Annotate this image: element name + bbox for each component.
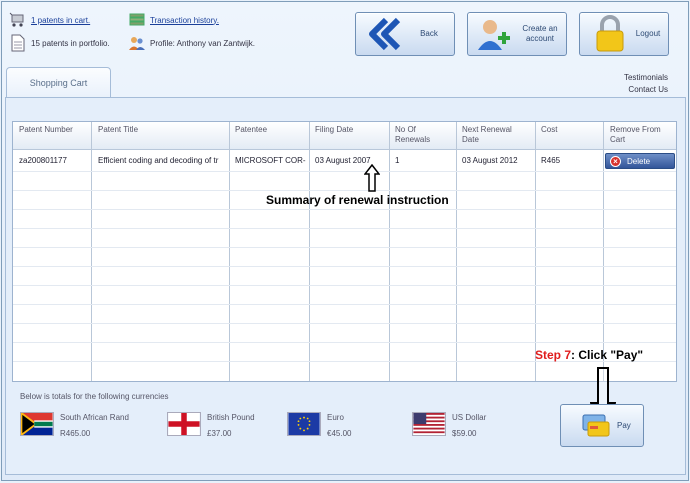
col-patentee: Patentee bbox=[235, 125, 268, 134]
col-renewals-line1: No Of bbox=[395, 125, 416, 134]
usa-flag-icon bbox=[412, 412, 446, 436]
col-remove: Remove From Cart bbox=[610, 125, 661, 145]
create-account-label: Create an account bbox=[514, 24, 566, 44]
create-account-line1: Create an bbox=[522, 24, 558, 33]
currency-zar: South African Rand R465.00 bbox=[20, 410, 129, 442]
currency-gbp: British Pound £37.00 bbox=[167, 410, 255, 442]
col-filing-date: Filing Date bbox=[315, 125, 354, 134]
col-patent-number: Patent Number bbox=[19, 125, 73, 134]
currency-amount: €45.00 bbox=[327, 429, 352, 438]
cart-link[interactable]: 1 patents in cart. bbox=[31, 16, 90, 25]
logout-button[interactable]: Logout bbox=[579, 12, 669, 56]
pay-button[interactable]: Pay bbox=[560, 404, 644, 447]
logout-label: Logout bbox=[635, 29, 661, 38]
table-header: Patent Number Patent Title Patentee Fili… bbox=[13, 122, 676, 150]
close-icon: × bbox=[610, 155, 621, 167]
delete-label: Delete bbox=[627, 156, 651, 166]
step-label: Step 7 bbox=[535, 348, 572, 362]
document-icon bbox=[11, 34, 25, 52]
currency-name: US Dollar bbox=[452, 413, 487, 422]
currency-amount: $59.00 bbox=[452, 429, 477, 438]
create-account-line2: account bbox=[525, 34, 555, 43]
tab-shopping-cart[interactable]: Shopping Cart bbox=[6, 67, 111, 98]
pay-label: Pay bbox=[617, 421, 631, 430]
cell-patentee: MICROSOFT COR- bbox=[235, 156, 306, 165]
col-next-renewal-line1: Next Renewal bbox=[462, 125, 512, 134]
currency-name: Euro bbox=[327, 413, 344, 422]
credit-card-icon bbox=[582, 414, 610, 436]
add-user-icon bbox=[478, 20, 510, 50]
delete-button[interactable]: × Delete bbox=[605, 153, 675, 169]
col-remove-line1: Remove From bbox=[610, 125, 661, 134]
currency-amount: R465.00 bbox=[60, 429, 91, 438]
transaction-history-link[interactable]: Transaction history. bbox=[150, 16, 219, 25]
back-button[interactable]: Back bbox=[355, 12, 455, 56]
back-label: Back bbox=[420, 29, 438, 38]
contact-us-link[interactable]: Contact Us bbox=[624, 84, 668, 96]
currency-eur: Euro €45.00 bbox=[287, 410, 351, 442]
col-remove-line2: Cart bbox=[610, 135, 626, 144]
step-annotation: Step 7: Click "Pay" bbox=[535, 348, 643, 362]
step-text: : Click "Pay" bbox=[571, 348, 644, 362]
cell-cost: R465 bbox=[541, 156, 561, 165]
col-renewals-line2: Renewals bbox=[395, 135, 431, 144]
lock-icon bbox=[596, 15, 624, 52]
col-renewals: No Of Renewals bbox=[395, 125, 430, 145]
summary-annotation: Summary of renewal instruction bbox=[266, 193, 449, 207]
cell-patent-number: za200801177 bbox=[19, 156, 67, 165]
cart-info: 1 patents in cart. bbox=[9, 11, 90, 29]
cell-next-renewal: 03 August 2012 bbox=[462, 156, 518, 165]
up-arrow-icon bbox=[364, 164, 380, 192]
col-patent-title: Patent Title bbox=[98, 125, 139, 134]
eu-flag-icon bbox=[287, 412, 321, 436]
england-flag-icon bbox=[167, 412, 201, 436]
transaction-info: Transaction history. bbox=[128, 11, 219, 29]
profile-text: Profile: Anthony van Zantwijk. bbox=[150, 38, 255, 48]
create-account-button[interactable]: Create an account bbox=[467, 12, 567, 56]
profile-info: Profile: Anthony van Zantwijk. bbox=[128, 34, 255, 52]
currency-usd: US Dollar $59.00 bbox=[412, 410, 486, 442]
south-africa-flag-icon bbox=[20, 412, 54, 436]
money-stack-icon bbox=[129, 13, 145, 26]
users-icon bbox=[129, 37, 145, 50]
portfolio-text: 15 patents in portfolio. bbox=[31, 38, 110, 48]
col-next-renewal: Next Renewal Date bbox=[462, 125, 512, 145]
currency-amount: £37.00 bbox=[207, 429, 232, 438]
testimonials-link[interactable]: Testimonials bbox=[624, 72, 668, 84]
top-links: Testimonials Contact Us bbox=[624, 72, 668, 96]
totals-heading: Below is totals for the following curren… bbox=[20, 392, 169, 401]
col-cost: Cost bbox=[541, 125, 558, 134]
cart-table: Patent Number Patent Title Patentee Fili… bbox=[12, 121, 677, 382]
currency-name: British Pound bbox=[207, 413, 255, 422]
double-chevron-left-icon bbox=[369, 17, 401, 51]
shopping-cart-icon bbox=[9, 12, 24, 27]
currency-name: South African Rand bbox=[60, 413, 129, 422]
portfolio-info: 15 patents in portfolio. bbox=[9, 34, 110, 52]
col-next-renewal-line2: Date bbox=[462, 135, 479, 144]
cell-renewals: 1 bbox=[395, 156, 400, 165]
cell-patent-title: Efficient coding and decoding of tr bbox=[98, 156, 219, 165]
